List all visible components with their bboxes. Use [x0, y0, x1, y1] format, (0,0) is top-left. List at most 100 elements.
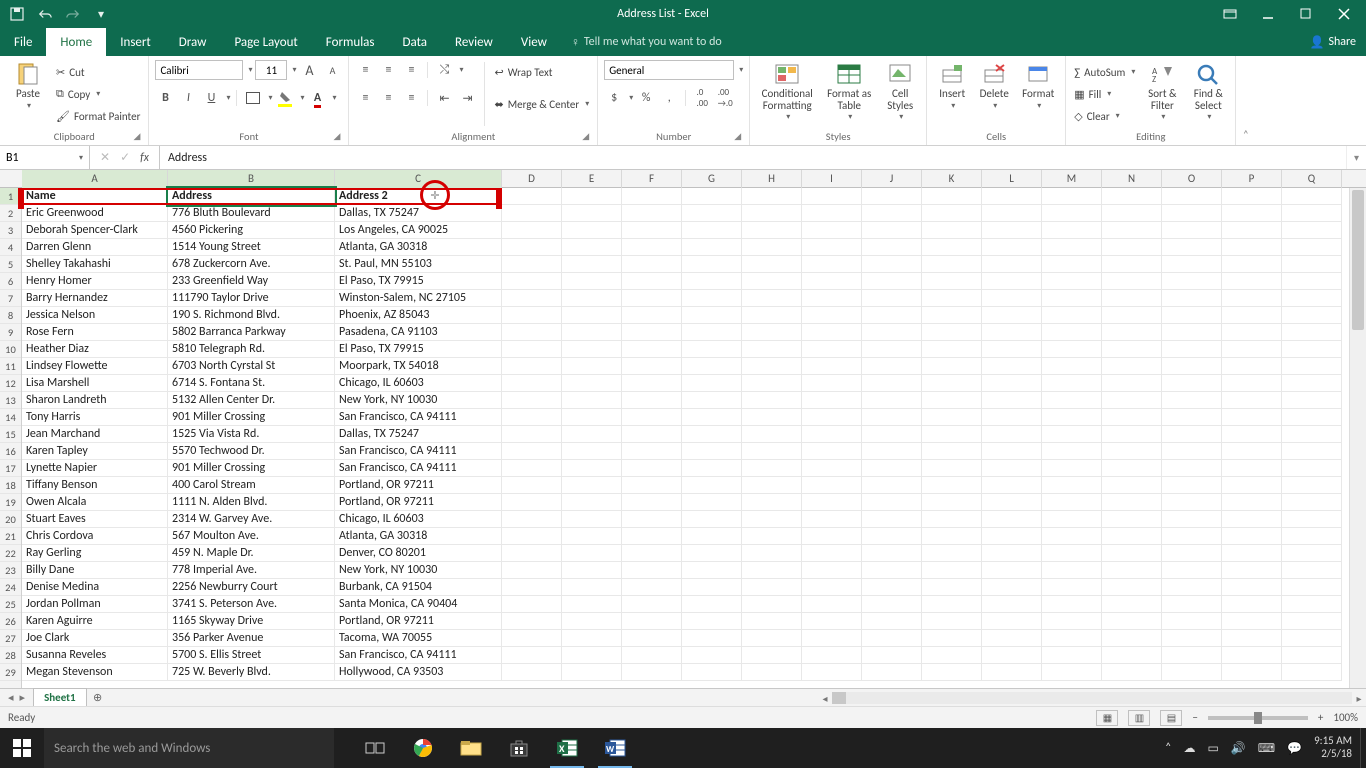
cell[interactable]: Portland, OR 97211 — [335, 613, 502, 630]
cell[interactable] — [922, 562, 982, 579]
cell[interactable] — [982, 494, 1042, 511]
cell[interactable] — [982, 596, 1042, 613]
cell[interactable] — [862, 579, 922, 596]
cell[interactable] — [862, 596, 922, 613]
cell[interactable] — [1102, 664, 1162, 681]
row-header-29[interactable]: 29 — [0, 664, 21, 681]
cell[interactable] — [1282, 613, 1342, 630]
table-row[interactable]: Chris Cordova567 Moulton Ave.Atlanta, GA… — [22, 528, 1366, 545]
cell[interactable] — [622, 528, 682, 545]
cell[interactable] — [1102, 477, 1162, 494]
minimize-icon[interactable] — [1256, 4, 1280, 24]
cell[interactable] — [982, 358, 1042, 375]
cell[interactable] — [1222, 460, 1282, 477]
alignment-dialog-launcher[interactable]: ◢ — [582, 131, 589, 142]
zoom-level[interactable]: 100% — [1333, 711, 1358, 724]
cell[interactable] — [922, 358, 982, 375]
cell[interactable] — [922, 511, 982, 528]
cell[interactable] — [1282, 307, 1342, 324]
fill-button[interactable]: ▦Fill▾ — [1072, 84, 1137, 104]
cell[interactable] — [1282, 205, 1342, 222]
cell[interactable]: 901 Miller Crossing — [168, 460, 335, 477]
cell[interactable] — [682, 375, 742, 392]
cell[interactable] — [982, 545, 1042, 562]
cell[interactable] — [682, 341, 742, 358]
cell[interactable] — [502, 239, 562, 256]
cell[interactable] — [1222, 528, 1282, 545]
cell[interactable] — [802, 596, 862, 613]
find-select-button[interactable]: Find & Select▾ — [1187, 60, 1229, 121]
cell-styles-button[interactable]: Cell Styles▾ — [880, 60, 920, 121]
cell[interactable] — [862, 375, 922, 392]
cell[interactable] — [1102, 375, 1162, 392]
cell[interactable]: 4560 Pickering — [168, 222, 335, 239]
cell[interactable] — [922, 341, 982, 358]
cell[interactable] — [922, 290, 982, 307]
cell[interactable] — [862, 273, 922, 290]
cell[interactable] — [1042, 273, 1102, 290]
table-row[interactable]: Karen Aguirre1165 Skyway DrivePortland, … — [22, 613, 1366, 630]
font-name-input[interactable] — [155, 60, 243, 80]
tab-draw[interactable]: Draw — [165, 28, 221, 56]
cell[interactable]: 5810 Telegraph Rd. — [168, 341, 335, 358]
cell[interactable] — [1162, 392, 1222, 409]
cell[interactable] — [742, 426, 802, 443]
cell[interactable]: 400 Carol Stream — [168, 477, 335, 494]
cell[interactable] — [622, 222, 682, 239]
expand-formula-bar[interactable]: ▾ — [1346, 146, 1366, 169]
cell[interactable] — [682, 630, 742, 647]
cell[interactable] — [502, 392, 562, 409]
row-header-19[interactable]: 19 — [0, 494, 21, 511]
cell[interactable] — [742, 205, 802, 222]
tab-formulas[interactable]: Formulas — [312, 28, 389, 56]
cell[interactable] — [1222, 256, 1282, 273]
zoom-slider[interactable] — [1208, 716, 1308, 720]
cell[interactable] — [982, 273, 1042, 290]
cell[interactable] — [622, 341, 682, 358]
cell[interactable] — [922, 494, 982, 511]
table-row[interactable]: Jordan Pollman3741 S. Peterson Ave.Santa… — [22, 596, 1366, 613]
cell[interactable]: Karen Tapley — [22, 443, 168, 460]
cell[interactable] — [1162, 290, 1222, 307]
row-header-6[interactable]: 6 — [0, 273, 21, 290]
cell[interactable] — [802, 562, 862, 579]
cell[interactable]: 2314 W. Garvey Ave. — [168, 511, 335, 528]
cell[interactable]: 190 S. Richmond Blvd. — [168, 307, 335, 324]
cell[interactable] — [562, 630, 622, 647]
cell[interactable] — [1162, 630, 1222, 647]
tell-me-search[interactable]: ♀ Tell me what you want to do — [561, 28, 732, 56]
row-header-12[interactable]: 12 — [0, 375, 21, 392]
cell[interactable]: Moorpark, TX 54018 — [335, 358, 502, 375]
cell[interactable] — [1102, 307, 1162, 324]
cell[interactable] — [1222, 494, 1282, 511]
cell[interactable] — [1102, 613, 1162, 630]
cell[interactable] — [802, 239, 862, 256]
cell[interactable] — [862, 222, 922, 239]
cell[interactable] — [622, 443, 682, 460]
cell[interactable] — [682, 460, 742, 477]
cell[interactable] — [562, 596, 622, 613]
cell[interactable]: 6703 North Cyrstal St — [168, 358, 335, 375]
table-row[interactable]: Jean Marchand1525 Via Vista Rd.Dallas, T… — [22, 426, 1366, 443]
cell[interactable] — [1042, 477, 1102, 494]
cell[interactable] — [562, 188, 622, 205]
cell[interactable] — [982, 664, 1042, 681]
cell[interactable] — [1042, 511, 1102, 528]
cell[interactable] — [1282, 426, 1342, 443]
cell[interactable]: San Francisco, CA 94111 — [335, 647, 502, 664]
table-row[interactable]: Denise Medina2256 Newburry CourtBurbank,… — [22, 579, 1366, 596]
cell[interactable]: Burbank, CA 91504 — [335, 579, 502, 596]
cell[interactable]: 459 N. Maple Dr. — [168, 545, 335, 562]
cell[interactable] — [1162, 358, 1222, 375]
cell[interactable] — [682, 273, 742, 290]
cell[interactable] — [622, 375, 682, 392]
cell[interactable] — [1102, 409, 1162, 426]
cell[interactable] — [1042, 205, 1102, 222]
cell[interactable] — [682, 222, 742, 239]
cell[interactable] — [862, 256, 922, 273]
cell[interactable] — [862, 460, 922, 477]
cell[interactable] — [742, 324, 802, 341]
cell[interactable] — [862, 290, 922, 307]
row-headers[interactable]: 1234567891011121314151617181920212223242… — [0, 170, 22, 688]
cell[interactable]: Owen Alcala — [22, 494, 168, 511]
